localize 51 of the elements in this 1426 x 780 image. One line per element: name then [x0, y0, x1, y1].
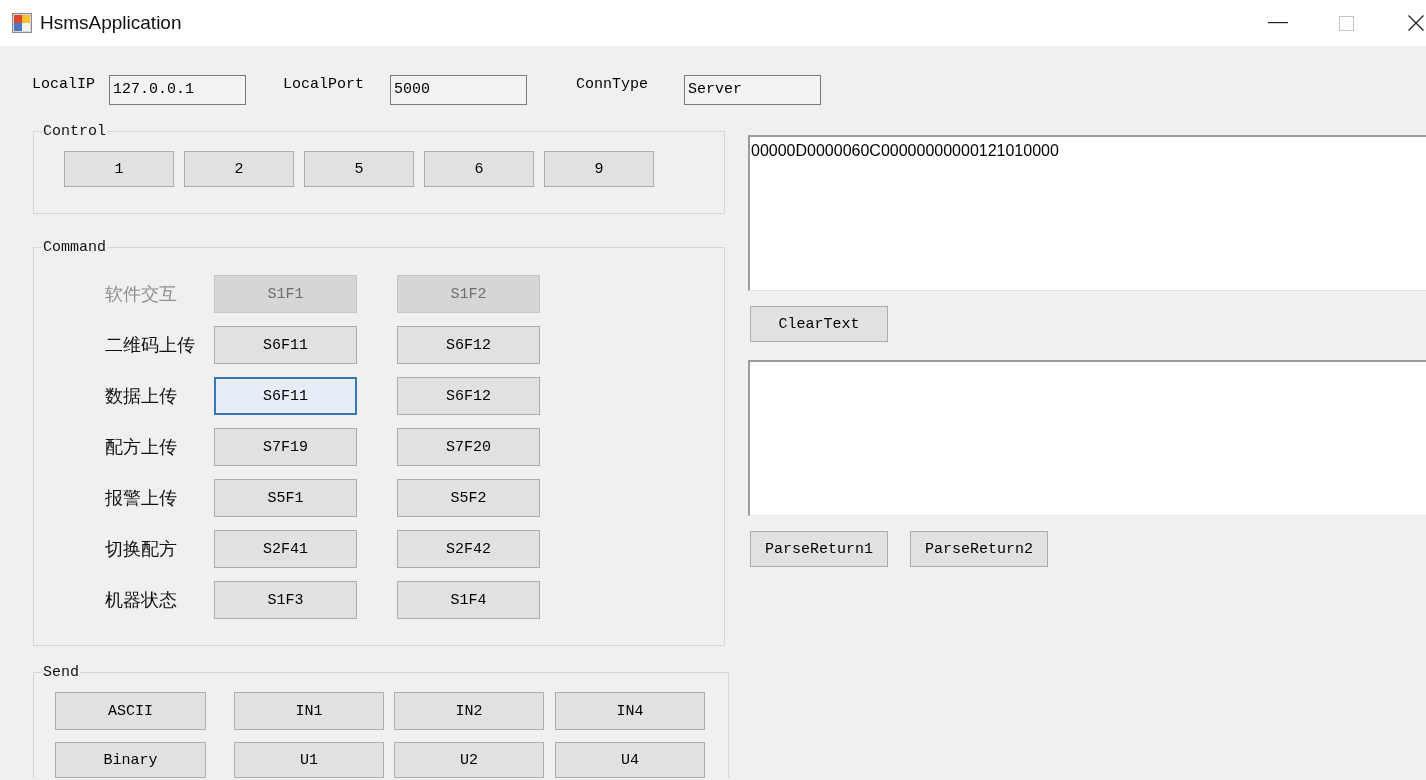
group-title: Send: [42, 664, 80, 681]
control-button[interactable]: 1: [64, 151, 174, 187]
command-button[interactable]: S6F11: [214, 377, 357, 415]
parse-button[interactable]: ParseReturn1: [750, 531, 888, 567]
format-button[interactable]: Binary: [55, 742, 206, 778]
message-text-area[interactable]: 00000D0000060C00000000000121010000: [748, 135, 1426, 291]
maximize-icon: [1338, 15, 1354, 31]
text-field[interactable]: 5000: [390, 75, 527, 105]
parse-button[interactable]: ParseReturn2: [910, 531, 1048, 567]
type-button[interactable]: IN4: [555, 692, 705, 730]
command-button[interactable]: S6F11: [214, 326, 357, 364]
clear-text-button[interactable]: ClearText: [750, 306, 888, 342]
field-label: LocalPort: [283, 76, 365, 93]
control-button[interactable]: 9: [544, 151, 654, 187]
command-label: 切换配方: [105, 538, 178, 561]
window-title: HsmsApplication: [40, 12, 182, 34]
command-button[interactable]: S7F20: [397, 428, 540, 466]
command-button[interactable]: S6F12: [397, 326, 540, 364]
field-label: LocalIP: [32, 76, 96, 93]
command-label: 报警上传: [105, 487, 178, 510]
type-button[interactable]: IN2: [394, 692, 544, 730]
format-button[interactable]: ASCII: [55, 692, 206, 730]
close-icon: [1408, 15, 1424, 31]
type-button[interactable]: U2: [394, 742, 544, 778]
field-label: ConnType: [576, 76, 649, 93]
command-button[interactable]: S7F19: [214, 428, 357, 466]
type-button[interactable]: U4: [555, 742, 705, 778]
type-button[interactable]: U1: [234, 742, 384, 778]
app-icon: [12, 13, 32, 33]
result-text-area[interactable]: [748, 360, 1426, 516]
control-button[interactable]: 6: [424, 151, 534, 187]
group-title: Control: [42, 123, 107, 140]
command-button[interactable]: S6F12: [397, 377, 540, 415]
command-button[interactable]: S2F42: [397, 530, 540, 568]
command-label: 二维码上传: [105, 334, 196, 357]
command-button[interactable]: S1F3: [214, 581, 357, 619]
type-button[interactable]: IN1: [234, 692, 384, 730]
text-field[interactable]: Server: [684, 75, 821, 105]
command-label: 机器状态: [105, 589, 178, 612]
minimize-icon: [1268, 22, 1288, 24]
command-label: 配方上传: [105, 436, 178, 459]
command-button[interactable]: S1F4: [397, 581, 540, 619]
command-button[interactable]: S2F41: [214, 530, 357, 568]
text-field[interactable]: 127.0.0.1: [109, 75, 246, 105]
command-label: 数据上传: [105, 385, 178, 408]
control-button[interactable]: 2: [184, 151, 294, 187]
command-label: 软件交互: [105, 283, 178, 306]
command-button[interactable]: S5F2: [397, 479, 540, 517]
group-title: Command: [42, 239, 107, 256]
command-button[interactable]: S5F1: [214, 479, 357, 517]
control-button[interactable]: 5: [304, 151, 414, 187]
